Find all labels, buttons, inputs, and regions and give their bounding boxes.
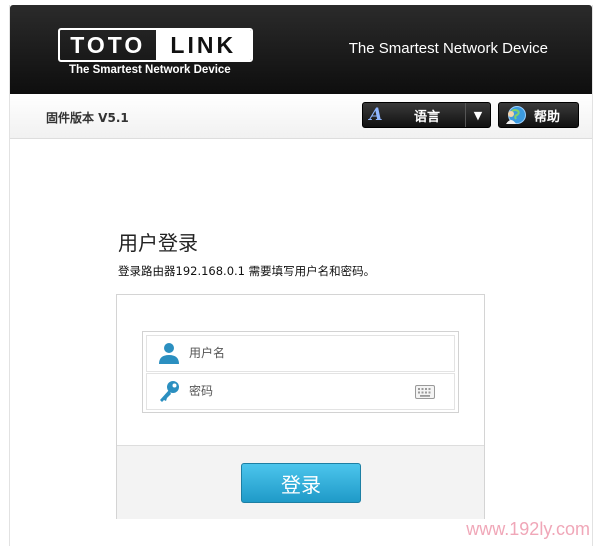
login-footer: 登录: [117, 445, 484, 519]
logo-tagline: The Smartest Network Device: [69, 64, 231, 76]
password-field: [146, 373, 455, 410]
page-title: 用户登录: [118, 231, 198, 255]
help-button[interactable]: 帮助: [498, 102, 579, 128]
firmware-version: 固件版本 V5.1: [46, 111, 129, 125]
user-icon: [159, 343, 179, 364]
font-a-icon: A: [369, 105, 383, 125]
chevron-down-icon[interactable]: ▼: [465, 103, 490, 127]
watermark: www.192ly.com: [466, 519, 590, 539]
login-button[interactable]: 登录: [241, 463, 361, 503]
language-select[interactable]: A 语言 ▼: [362, 102, 491, 128]
logo-text-link: LINK: [155, 30, 251, 60]
logo-text-toto: TOTO: [70, 32, 146, 58]
help-label: 帮助: [534, 109, 561, 125]
login-form: 登录: [116, 294, 485, 519]
username-field: [146, 335, 455, 372]
page-frame: TOTO LINK The Smartest Network Device Th…: [9, 5, 593, 546]
header-slogan: The Smartest Network Device: [348, 40, 548, 57]
password-input[interactable]: [189, 380, 404, 402]
header: TOTO LINK The Smartest Network Device Th…: [10, 5, 592, 94]
login-fields: [142, 331, 459, 413]
keyboard-icon[interactable]: [415, 385, 435, 399]
login-description: 登录路由器192.168.0.1 需要填写用户名和密码。: [118, 264, 376, 278]
username-input[interactable]: [189, 342, 404, 364]
key-icon: [160, 381, 179, 402]
language-label: 语言: [413, 109, 440, 125]
globe-person-icon: [506, 106, 526, 124]
toolbar: 固件版本 V5.1 A 语言 ▼ 帮助: [10, 94, 592, 139]
brand-logo: TOTO LINK: [58, 28, 253, 62]
